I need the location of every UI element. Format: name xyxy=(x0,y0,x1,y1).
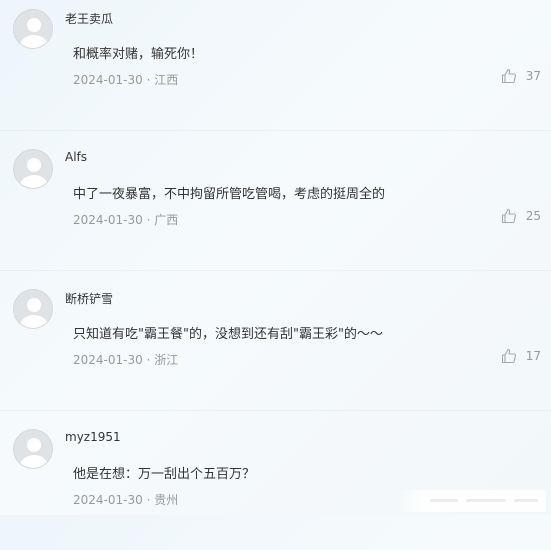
placeholder-bar xyxy=(430,499,458,502)
truncated-content-mask xyxy=(396,490,546,512)
comment-meta: 2024-01-30 · 广西 xyxy=(73,211,178,228)
avatar-icon[interactable] xyxy=(13,429,53,469)
meta-separator: · xyxy=(142,493,155,507)
comment-item: myz1951 他是在想：万一刮出个五百万？ 2024-01-30 · 贵州 xyxy=(0,420,551,550)
comment-username[interactable]: myz1951 xyxy=(65,430,121,444)
comment-list: 老王卖瓜 和概率对赌，输死你！ 2024-01-30 · 江西 37 Alfs … xyxy=(0,0,551,515)
avatar-head xyxy=(27,158,41,172)
avatar-body xyxy=(20,175,48,188)
avatar-icon[interactable] xyxy=(13,149,53,189)
comment-date: 2024-01-30 xyxy=(73,213,143,227)
like-count: 37 xyxy=(525,69,541,83)
thumbs-up-icon xyxy=(501,208,516,224)
comment-item: 老王卖瓜 和概率对赌，输死你！ 2024-01-30 · 江西 37 xyxy=(0,0,551,130)
comment-meta: 2024-01-30 · 浙江 xyxy=(73,351,178,368)
thumbs-up-icon xyxy=(501,348,516,364)
like-button[interactable]: 37 xyxy=(501,68,541,84)
avatar-icon[interactable] xyxy=(13,289,53,329)
like-count: 17 xyxy=(525,349,541,363)
meta-separator: · xyxy=(142,73,155,87)
avatar-body xyxy=(20,455,48,468)
avatar-head xyxy=(27,298,41,312)
comment-text: 只知道有吃"霸王餐"的，没想到还有刮"霸王彩"的～～ xyxy=(73,327,383,342)
like-button[interactable]: 17 xyxy=(501,348,541,364)
avatar-head xyxy=(27,18,41,32)
avatar-body xyxy=(20,315,48,328)
comment-location: 江西 xyxy=(154,73,179,87)
like-button[interactable]: 25 xyxy=(501,208,541,224)
avatar-body xyxy=(20,35,48,48)
like-count: 25 xyxy=(525,209,541,223)
meta-separator: · xyxy=(142,353,155,367)
placeholder-bar xyxy=(466,499,506,502)
comment-date: 2024-01-30 xyxy=(73,353,143,367)
comment-text: 中了一夜暴富，不中拘留所管吃管喝，考虑的挺周全的 xyxy=(73,187,386,202)
comment-location: 广西 xyxy=(154,213,179,227)
avatar-icon[interactable] xyxy=(13,9,53,49)
comment-date: 2024-01-30 xyxy=(73,73,143,87)
comment-text: 他是在想：万一刮出个五百万？ xyxy=(73,467,256,482)
comment-item: Alfs 中了一夜暴富，不中拘留所管吃管喝，考虑的挺周全的 2024-01-30… xyxy=(0,140,551,270)
comment-item: 断桥铲雪 只知道有吃"霸王餐"的，没想到还有刮"霸王彩"的～～ 2024-01-… xyxy=(0,280,551,410)
placeholder-bar xyxy=(514,499,538,502)
comment-username[interactable]: 老王卖瓜 xyxy=(65,10,113,27)
comment-date: 2024-01-30 xyxy=(73,493,143,507)
comment-username[interactable]: 断桥铲雪 xyxy=(65,290,113,307)
thumbs-up-icon xyxy=(501,68,516,84)
comment-text: 和概率对赌，输死你！ xyxy=(73,47,204,62)
comment-location: 贵州 xyxy=(154,493,179,507)
comment-location: 浙江 xyxy=(154,353,179,367)
meta-separator: · xyxy=(142,213,155,227)
comment-username[interactable]: Alfs xyxy=(65,150,87,164)
comment-meta: 2024-01-30 · 江西 xyxy=(73,71,178,88)
comment-meta: 2024-01-30 · 贵州 xyxy=(73,491,178,508)
avatar-head xyxy=(27,438,41,452)
